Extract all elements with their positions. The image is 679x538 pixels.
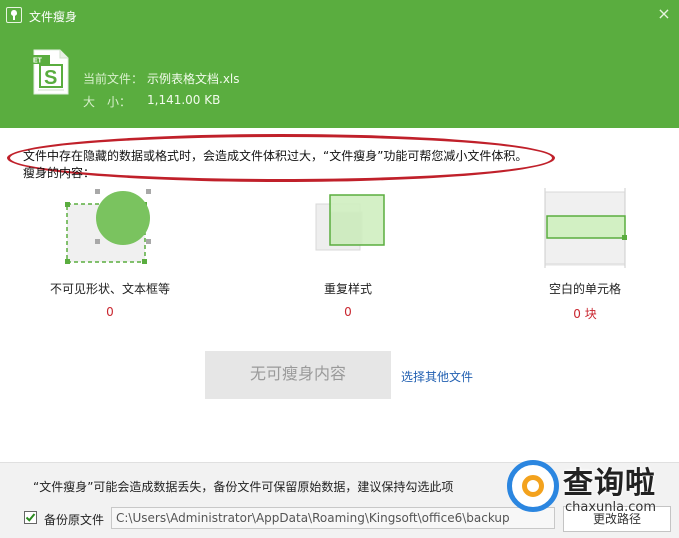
spreadsheet-file-icon: ET S (30, 49, 72, 95)
content-label: 瘦身的内容： (23, 166, 96, 180)
notice-text: 文件中存在隐藏的数据或格式时，会造成文件体积过大，“文件瘦身”功能可帮您减小文件… (23, 149, 528, 163)
category-label-invisible-shapes: 不可见形状、文本框等 (49, 282, 170, 296)
file-size-value: 1,141.00 KB (147, 93, 221, 107)
duplicate-styles-illustration (314, 192, 388, 252)
window-header: 文件瘦身 × ET S 当前文件： 示例表格文档.xls 大 小： 1,141.… (0, 0, 679, 128)
file-size-label: 大 小： (83, 95, 132, 109)
watermark-text: 查询啦 (563, 466, 656, 501)
blank-cells-illustration (537, 188, 633, 268)
file-letter: S (44, 67, 57, 89)
window-title: 文件瘦身 (29, 10, 78, 24)
current-file-name: 示例表格文档.xls (147, 72, 240, 86)
invisible-shapes-illustration (64, 187, 156, 265)
category-label-blank-cells: 空白的单元格 (548, 282, 621, 296)
file-badge: ET (33, 58, 43, 65)
watermark-domain: chaxunla.com (565, 500, 656, 515)
category-count-blank-cells: 0 块 (573, 307, 597, 321)
category-label-duplicate-styles: 重复样式 (323, 282, 372, 296)
backup-checkbox-label[interactable]: 备份原文件 (44, 511, 104, 528)
select-other-file-link[interactable]: 选择其他文件 (401, 368, 473, 385)
watermark-search-icon (507, 460, 559, 512)
backup-checkbox[interactable] (24, 511, 37, 524)
close-button[interactable]: × (656, 6, 672, 22)
current-file-label: 当前文件： (83, 72, 144, 86)
watermark-logo: 查询啦 chaxunla.com (499, 450, 679, 525)
category-count-duplicate-styles: 0 (344, 305, 352, 319)
checkmark-icon (25, 513, 36, 522)
backup-path-input[interactable] (111, 507, 555, 529)
slim-button[interactable]: 无可瘦身内容 (205, 351, 391, 399)
app-logo-icon (6, 7, 22, 23)
backup-warning-text: “文件瘦身”可能会造成数据丢失，备份文件可保留原始数据，建议保持勾选此项 (33, 480, 454, 494)
category-count-invisible-shapes: 0 (106, 305, 114, 319)
